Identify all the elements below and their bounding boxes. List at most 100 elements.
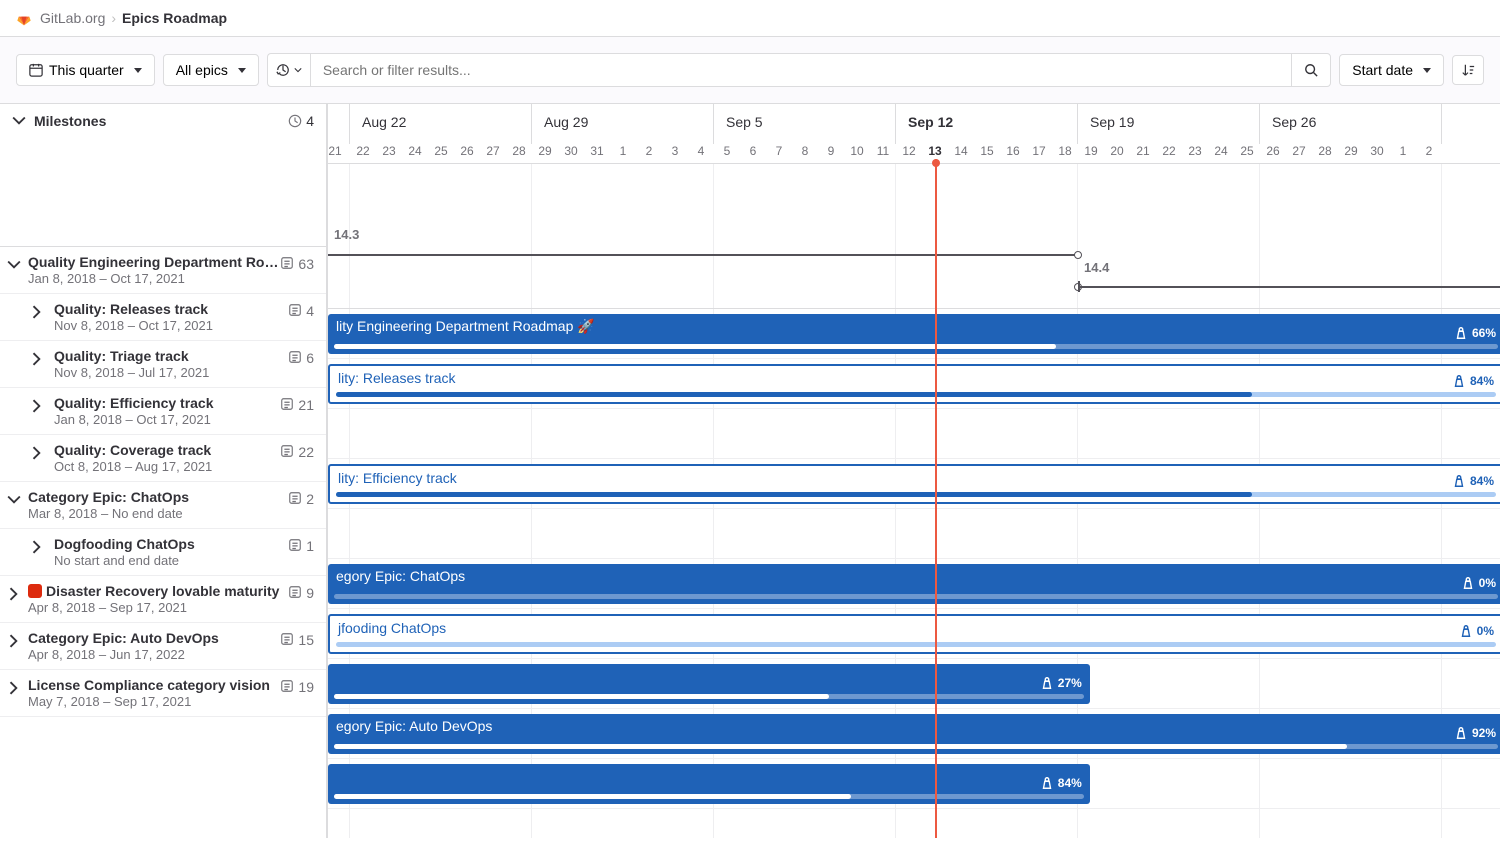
search-button[interactable] bbox=[1291, 53, 1331, 87]
epic-title: Quality: Efficiency track bbox=[54, 395, 280, 411]
epic-children-count: 63 bbox=[280, 254, 314, 286]
epic-bar-progress: 92% bbox=[1454, 726, 1496, 740]
epic-bar-progress: 84% bbox=[1040, 776, 1082, 790]
epic-list-item[interactable]: Category Epic: Auto DevOpsApr 8, 2018 – … bbox=[0, 623, 326, 670]
today-indicator-dot bbox=[932, 159, 940, 167]
expand-icon[interactable] bbox=[0, 348, 54, 380]
epic-bar-progress: 0% bbox=[1459, 624, 1494, 638]
weight-icon bbox=[1452, 474, 1466, 488]
epic-bar[interactable]: 84% bbox=[328, 764, 1090, 804]
epic-bar[interactable]: lity Engineering Department Roadmap 🚀 66% bbox=[328, 314, 1500, 354]
epic-list-item[interactable]: Quality: Efficiency trackJan 8, 2018 – O… bbox=[0, 388, 326, 435]
timeline-row: lity Engineering Department Roadmap 🚀 66% bbox=[328, 309, 1500, 359]
milestone-label: 14.3 bbox=[334, 227, 359, 242]
scope-label: All epics bbox=[176, 62, 228, 78]
expand-icon[interactable] bbox=[0, 583, 28, 615]
expand-icon[interactable] bbox=[0, 395, 54, 427]
milestones-label: Milestones bbox=[34, 113, 106, 129]
epic-list-item[interactable]: Category Epic: ChatOpsMar 8, 2018 – No e… bbox=[0, 482, 326, 529]
sort-direction-button[interactable] bbox=[1452, 55, 1484, 85]
epic-bar-progress: 84% bbox=[1452, 474, 1494, 488]
epic-bar-progress: 0% bbox=[1461, 576, 1496, 590]
epic-list-item[interactable]: Quality: Coverage trackOct 8, 2018 – Aug… bbox=[0, 435, 326, 482]
epic-list-item[interactable]: Quality: Releases trackNov 8, 2018 – Oct… bbox=[0, 294, 326, 341]
recent-searches-button[interactable] bbox=[267, 53, 310, 87]
epic-count-icon bbox=[280, 444, 294, 458]
expand-icon[interactable] bbox=[0, 442, 54, 474]
epic-bar[interactable]: lity: Releases track 84% bbox=[328, 364, 1500, 404]
gitlab-logo-icon bbox=[16, 10, 32, 26]
epic-children-count: 19 bbox=[280, 677, 314, 709]
epic-dates: Nov 8, 2018 – Oct 17, 2021 bbox=[54, 318, 288, 333]
timeline-row bbox=[328, 509, 1500, 559]
breadcrumb-separator-icon: › bbox=[111, 10, 116, 26]
week-header: Sep 5 bbox=[714, 104, 896, 144]
week-header: Aug 22 bbox=[350, 104, 532, 144]
epic-bar[interactable]: lity: Efficiency track84% bbox=[328, 464, 1500, 504]
timeline-row: 27% bbox=[328, 659, 1500, 709]
epic-list-item[interactable]: Quality: Triage trackNov 8, 2018 – Jul 1… bbox=[0, 341, 326, 388]
epic-bar[interactable]: 27% bbox=[328, 664, 1090, 704]
timeline-row: lity: Releases track 84% bbox=[328, 359, 1500, 409]
epic-bar[interactable]: egory Epic: Auto DevOps92% bbox=[328, 714, 1500, 754]
epic-dates: Mar 8, 2018 – No end date bbox=[28, 506, 288, 521]
collapse-icon[interactable] bbox=[0, 254, 28, 286]
period-dropdown[interactable]: This quarter bbox=[16, 54, 155, 86]
today-indicator bbox=[935, 159, 937, 838]
epic-bar[interactable]: egory Epic: ChatOps0% bbox=[328, 564, 1500, 604]
epic-title: Dogfooding ChatOps bbox=[54, 536, 288, 552]
epic-children-count: 4 bbox=[288, 301, 314, 333]
weight-icon bbox=[1459, 624, 1473, 638]
epic-bar[interactable]: jfooding ChatOps0% bbox=[328, 614, 1500, 654]
epic-bar-progress: 66% bbox=[1454, 326, 1496, 340]
weight-icon bbox=[1040, 776, 1054, 790]
epic-list-item[interactable]: License Compliance category visionMay 7,… bbox=[0, 670, 326, 717]
sort-label: Start date bbox=[1352, 62, 1413, 78]
breadcrumb-org-link[interactable]: GitLab.org bbox=[40, 10, 105, 26]
milestones-header[interactable]: Milestones 4 bbox=[0, 104, 326, 138]
epic-title: Disaster Recovery lovable maturity bbox=[28, 583, 288, 599]
epic-title: Quality: Releases track bbox=[54, 301, 288, 317]
week-header: Sep 26 bbox=[1260, 104, 1442, 144]
timeline-row: 84% bbox=[328, 759, 1500, 809]
epic-count-icon bbox=[288, 491, 302, 505]
epic-count-icon bbox=[280, 397, 294, 411]
epic-count-icon bbox=[280, 256, 294, 270]
timeline-row: egory Epic: ChatOps0% bbox=[328, 559, 1500, 609]
calendar-icon bbox=[29, 63, 43, 77]
epic-children-count: 22 bbox=[280, 442, 314, 474]
expand-icon[interactable] bbox=[0, 630, 28, 662]
breadcrumb: GitLab.org › Epics Roadmap bbox=[0, 0, 1500, 37]
epic-children-count: 9 bbox=[288, 583, 314, 615]
epic-title: Category Epic: Auto DevOps bbox=[28, 630, 280, 646]
timeline-row bbox=[328, 409, 1500, 459]
week-header: Sep 19 bbox=[1078, 104, 1260, 144]
epic-bar-label: lity: Releases track bbox=[338, 370, 455, 386]
epic-dates: Jan 8, 2018 – Oct 17, 2021 bbox=[54, 412, 280, 427]
epic-dates: May 7, 2018 – Sep 17, 2021 bbox=[28, 694, 280, 709]
epic-bar-label: lity Engineering Department Roadmap 🚀 bbox=[336, 318, 595, 335]
epic-count-icon bbox=[288, 303, 302, 317]
expand-icon[interactable] bbox=[0, 301, 54, 333]
collapse-icon[interactable] bbox=[0, 489, 28, 521]
weight-icon bbox=[1040, 676, 1054, 690]
weight-icon bbox=[1454, 726, 1468, 740]
epic-children-count: 21 bbox=[280, 395, 314, 427]
epic-count-icon bbox=[280, 632, 294, 646]
epic-bar-progress: 84% bbox=[1452, 374, 1494, 388]
search-input[interactable] bbox=[310, 53, 1291, 87]
expand-icon[interactable] bbox=[0, 536, 54, 568]
weight-icon bbox=[1461, 576, 1475, 590]
epic-list-item[interactable]: Quality Engineering Department Roa...Jan… bbox=[0, 247, 326, 294]
sort-dropdown[interactable]: Start date bbox=[1339, 54, 1444, 86]
chevron-down-icon bbox=[294, 63, 302, 77]
epic-count-icon bbox=[288, 538, 302, 552]
epic-list-item[interactable]: Dogfooding ChatOpsNo start and end date1 bbox=[0, 529, 326, 576]
chevron-down-icon bbox=[12, 114, 26, 128]
timeline[interactable]: Aug 22Aug 29Sep 5Sep 12Sep 19Sep 2621222… bbox=[328, 104, 1500, 838]
timeline-header: Aug 22Aug 29Sep 5Sep 12Sep 19Sep 2621222… bbox=[328, 104, 1500, 164]
epic-list-item[interactable]: Disaster Recovery lovable maturityApr 8,… bbox=[0, 576, 326, 623]
epic-dates: Apr 8, 2018 – Jun 17, 2022 bbox=[28, 647, 280, 662]
scope-dropdown[interactable]: All epics bbox=[163, 54, 259, 86]
expand-icon[interactable] bbox=[0, 677, 28, 709]
